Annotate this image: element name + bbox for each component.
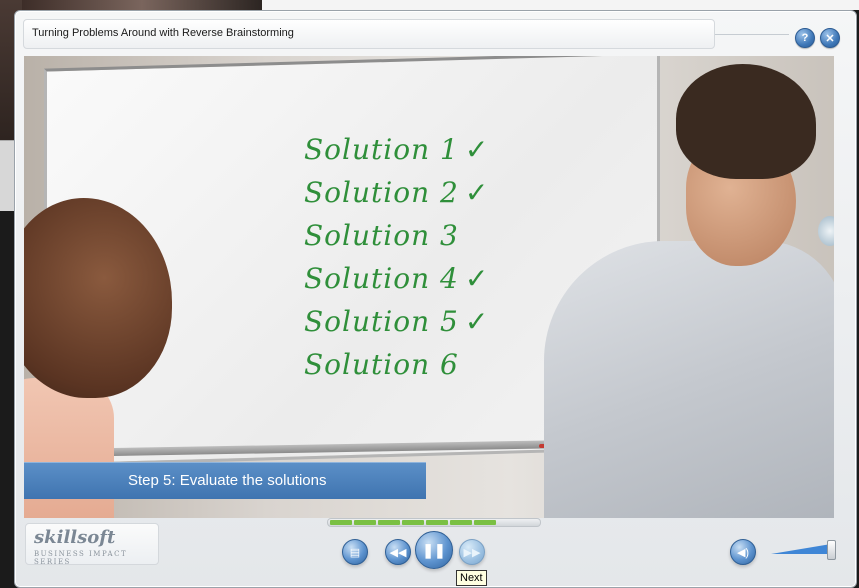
progress-segment xyxy=(330,520,352,525)
rewind-button[interactable]: ◀◀ xyxy=(385,539,411,565)
title-bar: Turning Problems Around with Reverse Bra… xyxy=(23,19,715,49)
solution-line: Solution 2 ✓ xyxy=(304,176,490,209)
logo-subtitle: BUSINESS IMPACT SERIES xyxy=(34,550,128,566)
course-title: Turning Problems Around with Reverse Bra… xyxy=(32,27,294,39)
title-divider xyxy=(715,34,789,35)
person-right xyxy=(544,241,834,518)
fast-forward-icon: ▶▶ xyxy=(463,546,481,559)
notes-button[interactable]: ▤ xyxy=(342,539,368,565)
pause-button[interactable]: ❚❚ xyxy=(415,531,453,569)
next-button[interactable]: ▶▶ xyxy=(459,539,485,565)
volume-track xyxy=(771,544,831,554)
solution-line: Solution 1 ✓ xyxy=(304,133,490,166)
background-window-fragment xyxy=(22,0,262,10)
logo-text: skillsoft xyxy=(34,527,116,548)
check-mark-icon: ✓ xyxy=(464,133,490,166)
speaker-icon: ◀) xyxy=(736,546,750,559)
course-player-window: Turning Problems Around with Reverse Bra… xyxy=(14,10,857,588)
progress-segment xyxy=(498,520,520,525)
help-button[interactable]: ? xyxy=(795,28,815,48)
next-tooltip: Next xyxy=(456,570,487,586)
check-mark-icon: ✓ xyxy=(464,305,490,338)
progress-segment xyxy=(354,520,376,525)
check-mark-icon: ✓ xyxy=(464,176,490,209)
close-button[interactable]: ✕ xyxy=(820,28,840,48)
step-caption: Step 5: Evaluate the solutions xyxy=(128,472,327,489)
rewind-icon: ◀◀ xyxy=(389,546,407,559)
skillsoft-logo: skillsoft BUSINESS IMPACT SERIES xyxy=(25,523,159,566)
solution-line: Solution 5 ✓ xyxy=(304,305,490,338)
audio-button[interactable]: ◀) xyxy=(730,539,756,565)
progress-segment xyxy=(378,520,400,525)
video-frame[interactable]: Solution 1 ✓ Solution 2 ✓ Solution 3 Solut… xyxy=(24,56,834,518)
solution-line: Solution 3 xyxy=(304,219,459,252)
pause-icon: ❚❚ xyxy=(422,541,446,558)
person-right-hair xyxy=(676,64,816,179)
volume-thumb[interactable] xyxy=(827,540,836,560)
background-window-fragment xyxy=(262,0,859,10)
notes-icon: ▤ xyxy=(349,546,361,559)
whiteboard-solution-list: Solution 1 ✓ Solution 2 ✓ Solution 3 Solut… xyxy=(304,128,489,386)
progress-segment xyxy=(450,520,472,525)
progress-segment xyxy=(474,520,496,525)
solution-line: Solution 6 xyxy=(304,348,459,381)
solution-line: Solution 4 ✓ xyxy=(304,262,490,295)
progress-segment xyxy=(402,520,424,525)
progress-segment xyxy=(426,520,448,525)
volume-slider[interactable] xyxy=(771,540,836,560)
course-progress-bar xyxy=(327,518,541,527)
check-mark-icon: ✓ xyxy=(464,262,490,295)
close-icon: ✕ xyxy=(825,32,835,45)
step-caption-banner: Step 5: Evaluate the solutions xyxy=(24,462,426,499)
help-icon: ? xyxy=(801,32,809,44)
